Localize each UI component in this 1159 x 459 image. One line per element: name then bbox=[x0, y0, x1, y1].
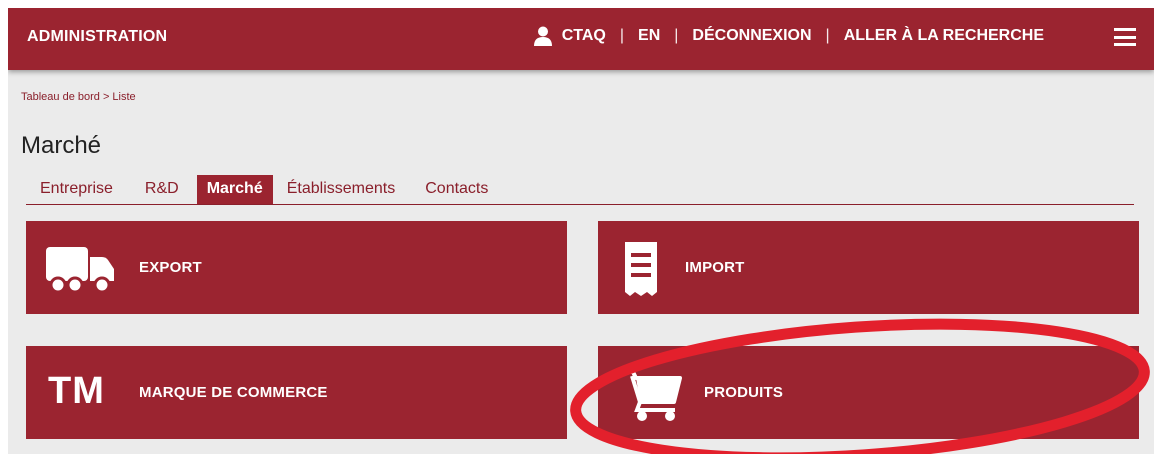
nav-separator: | bbox=[619, 27, 625, 44]
truck-icon bbox=[46, 247, 114, 294]
hamburger-menu-icon[interactable] bbox=[1114, 28, 1136, 46]
page-title: Marché bbox=[21, 132, 102, 159]
language-link[interactable]: EN bbox=[638, 27, 660, 45]
logout-link[interactable]: DÉCONNEXION bbox=[692, 27, 811, 45]
export-label: EXPORT bbox=[139, 259, 202, 276]
tab-bar: Entreprise R&D Marché Établissements Con… bbox=[26, 173, 1134, 205]
import-tile[interactable]: IMPORT bbox=[598, 221, 1139, 314]
tab-marche[interactable]: Marché bbox=[196, 175, 273, 204]
tab-entreprise[interactable]: Entreprise bbox=[40, 175, 113, 204]
page-frame: ADMINISTRATION CTAQ | EN | DÉCONNEXION |… bbox=[8, 8, 1154, 454]
tab-rd[interactable]: R&D bbox=[145, 175, 179, 204]
products-tile[interactable]: PRODUITS bbox=[598, 346, 1139, 439]
cart-icon bbox=[622, 370, 682, 421]
nav-separator: | bbox=[825, 27, 830, 44]
user-menu[interactable]: CTAQ bbox=[533, 26, 606, 46]
export-tile[interactable]: EXPORT bbox=[26, 221, 567, 314]
user-label: CTAQ bbox=[561, 27, 606, 44]
top-bar: ADMINISTRATION CTAQ | EN | DÉCONNEXION |… bbox=[8, 8, 1154, 70]
brand-label[interactable]: ADMINISTRATION bbox=[27, 28, 167, 46]
trademark-icon: TM bbox=[48, 370, 105, 412]
trademark-label: MARQUE DE COMMERCE bbox=[139, 384, 328, 401]
tab-etablissements[interactable]: Établissements bbox=[287, 175, 396, 204]
nav-separator: | bbox=[674, 27, 679, 44]
receipt-icon bbox=[625, 242, 657, 296]
breadcrumb[interactable]: Tableau de bord > Liste bbox=[21, 91, 136, 103]
user-icon bbox=[533, 26, 552, 46]
tab-contacts[interactable]: Contacts bbox=[425, 175, 488, 204]
products-label: PRODUITS bbox=[704, 384, 784, 401]
search-link[interactable]: ALLER À LA RECHERCHE bbox=[844, 27, 1044, 45]
import-label: IMPORT bbox=[685, 259, 745, 276]
top-nav: CTAQ | EN | DÉCONNEXION | ALLER À LA REC… bbox=[533, 26, 1044, 46]
trademark-tile[interactable]: TM MARQUE DE COMMERCE bbox=[26, 346, 567, 439]
